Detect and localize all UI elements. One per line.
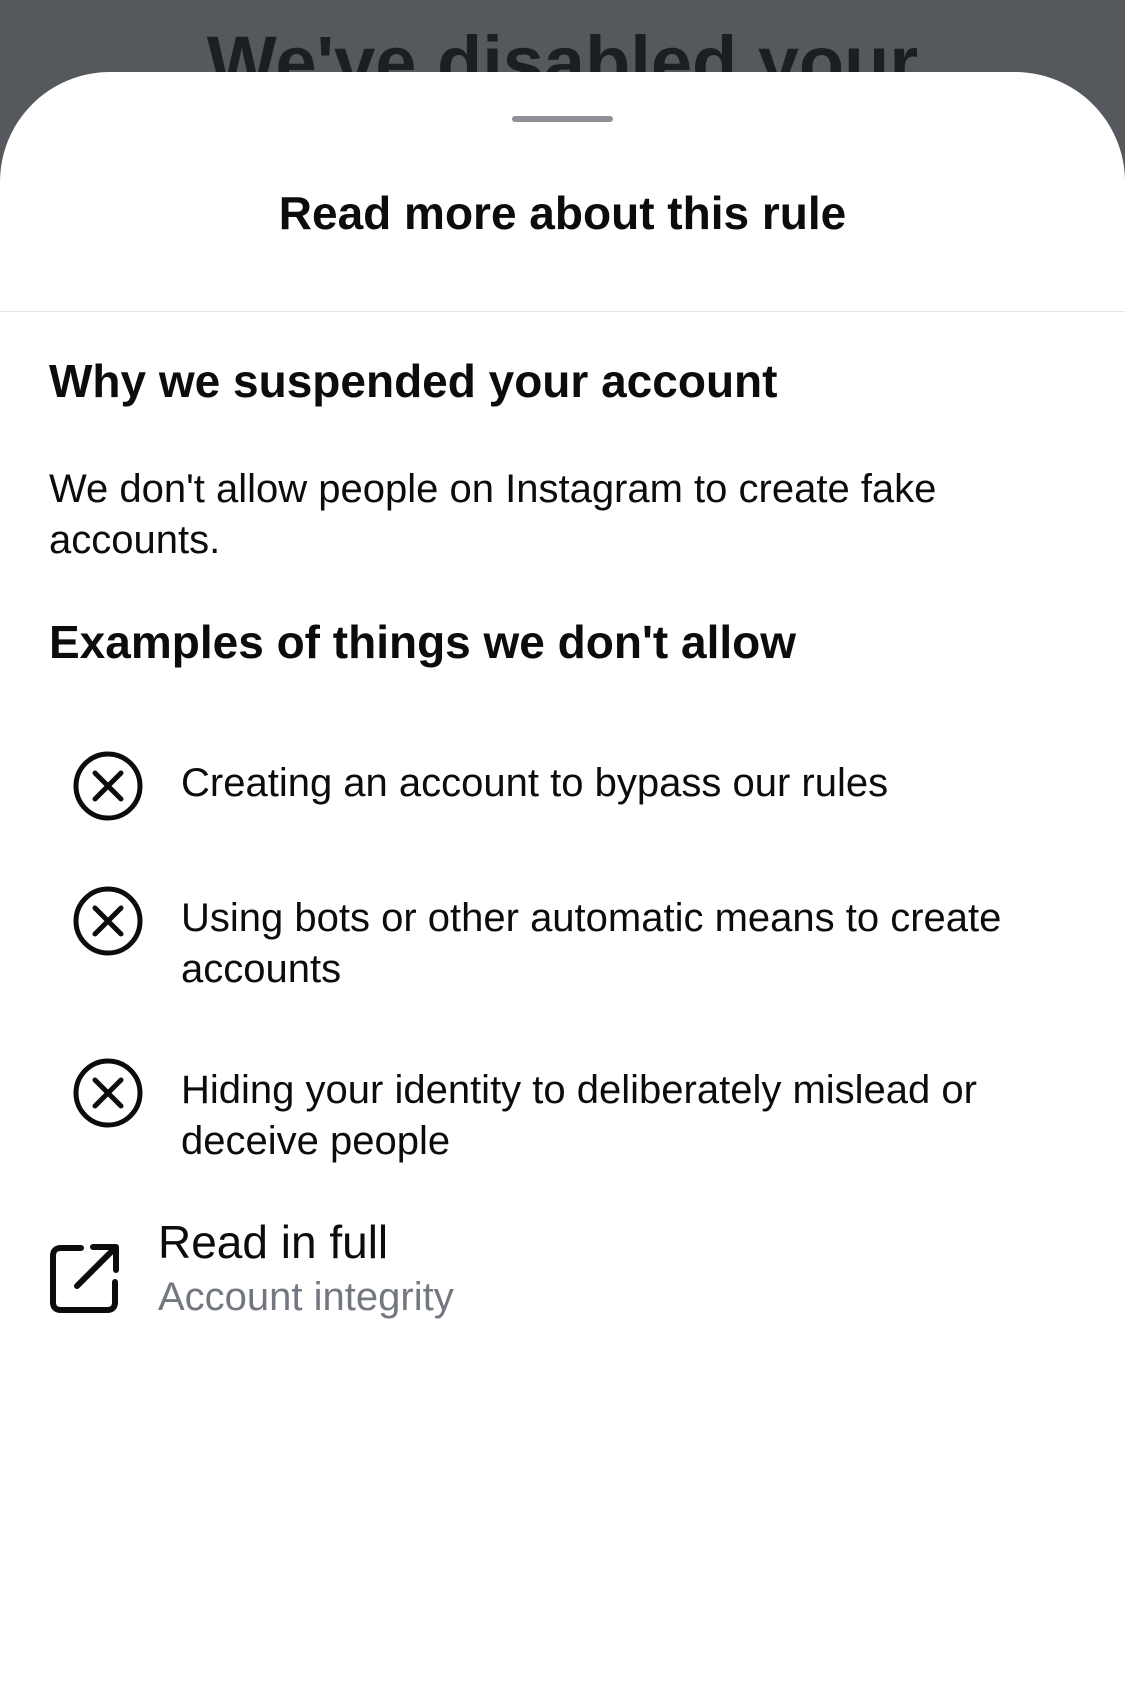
read-in-full-link[interactable]: Read in full Account integrity bbox=[0, 1216, 1125, 1362]
example-text: Using bots or other automatic means to c… bbox=[181, 896, 1002, 991]
example-text: Creating an account to bypass our rules bbox=[181, 761, 889, 805]
x-circle-icon bbox=[73, 751, 143, 821]
x-circle-icon bbox=[73, 886, 143, 956]
sheet-drag-handle[interactable] bbox=[512, 116, 613, 122]
header-divider bbox=[0, 311, 1125, 312]
example-text: Hiding your identity to deliberately mis… bbox=[181, 1068, 977, 1163]
suspension-reason-text: We don't allow people on Instagram to cr… bbox=[49, 467, 937, 562]
sheet-title: Read more about this rule bbox=[278, 187, 847, 239]
section-heading-why-suspended: Why we suspended your account bbox=[49, 355, 778, 407]
read-in-full-subtitle: Account integrity bbox=[158, 1275, 454, 1319]
rule-details-bottom-sheet: Read more about this rule Why we suspend… bbox=[0, 72, 1125, 1700]
x-circle-icon bbox=[73, 1058, 143, 1128]
external-link-icon bbox=[50, 1244, 119, 1313]
read-in-full-title: Read in full bbox=[158, 1216, 389, 1268]
section-heading-examples: Examples of things we don't allow bbox=[49, 616, 797, 668]
